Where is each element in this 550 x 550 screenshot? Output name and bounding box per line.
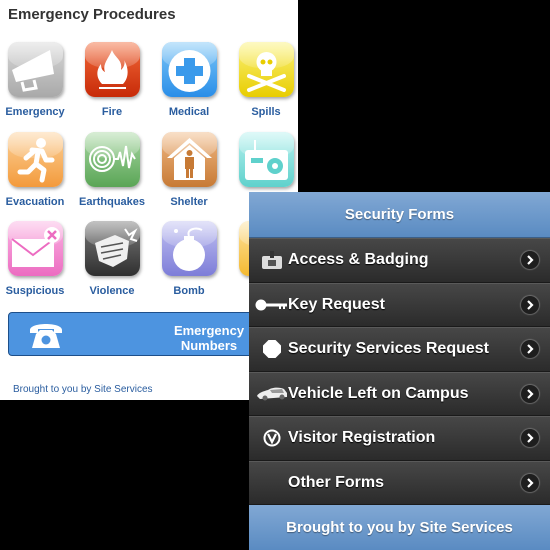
left-footer-text: Brought to you by Site Services	[13, 384, 153, 395]
list-item-security-services-request[interactable]: Security Services Request	[249, 327, 550, 372]
key-icon	[255, 293, 289, 317]
tile-evacuation[interactable]: Evacuation	[0, 132, 73, 208]
tile-suspicious[interactable]: Suspicious	[0, 221, 73, 297]
page-title: Emergency Procedures	[8, 6, 176, 23]
chevron-right-icon	[521, 251, 539, 270]
radio-icon	[238, 132, 294, 187]
bomb-icon	[161, 221, 217, 276]
car-icon	[255, 382, 289, 406]
chevron-right-icon	[521, 340, 539, 359]
skull-crossbones-icon	[238, 42, 294, 97]
security-forms-header: Security Forms	[249, 192, 550, 238]
list-item-key-request[interactable]: Key Request	[249, 282, 550, 327]
suspicious-mail-icon	[7, 221, 63, 276]
fire-icon	[84, 42, 140, 97]
medical-cross-icon	[161, 42, 217, 97]
tile-violence[interactable]: Violence	[74, 221, 150, 297]
list-item-other-forms[interactable]: Other Forms	[249, 460, 550, 505]
tile-earthquakes[interactable]: Earthquakes	[74, 132, 150, 208]
seismic-wave-icon	[84, 132, 140, 187]
chevron-right-icon	[521, 295, 539, 314]
tile-medical[interactable]: Medical	[151, 42, 227, 118]
chevron-right-icon	[521, 384, 539, 403]
fist-icon	[84, 221, 140, 276]
tile-spills[interactable]: Spills	[228, 42, 298, 118]
megaphone-icon	[7, 42, 63, 97]
chevron-right-icon	[521, 429, 539, 448]
list-item-vehicle-left-on-campus[interactable]: Vehicle Left on Campus	[249, 371, 550, 416]
list-item-access-badging[interactable]: Access & Badging	[249, 238, 550, 283]
visitor-v-icon	[255, 426, 289, 450]
tile-fire[interactable]: Fire	[74, 42, 150, 118]
badge-icon	[255, 248, 289, 272]
running-person-icon	[7, 132, 63, 187]
chevron-right-icon	[521, 473, 539, 492]
tile-emergency[interactable]: Emergency	[0, 42, 73, 118]
stop-octagon-icon	[255, 337, 289, 361]
tile-shelter[interactable]: Shelter	[151, 132, 227, 208]
security-forms-footer: Brought to you by Site Services	[249, 505, 550, 550]
tile-bomb[interactable]: Bomb	[151, 221, 227, 297]
shelter-house-icon	[161, 132, 217, 187]
security-forms-panel: Security Forms Access & Badging Key Requ…	[249, 192, 550, 550]
list-item-visitor-registration[interactable]: Visitor Registration	[249, 416, 550, 461]
telephone-icon	[30, 324, 62, 348]
